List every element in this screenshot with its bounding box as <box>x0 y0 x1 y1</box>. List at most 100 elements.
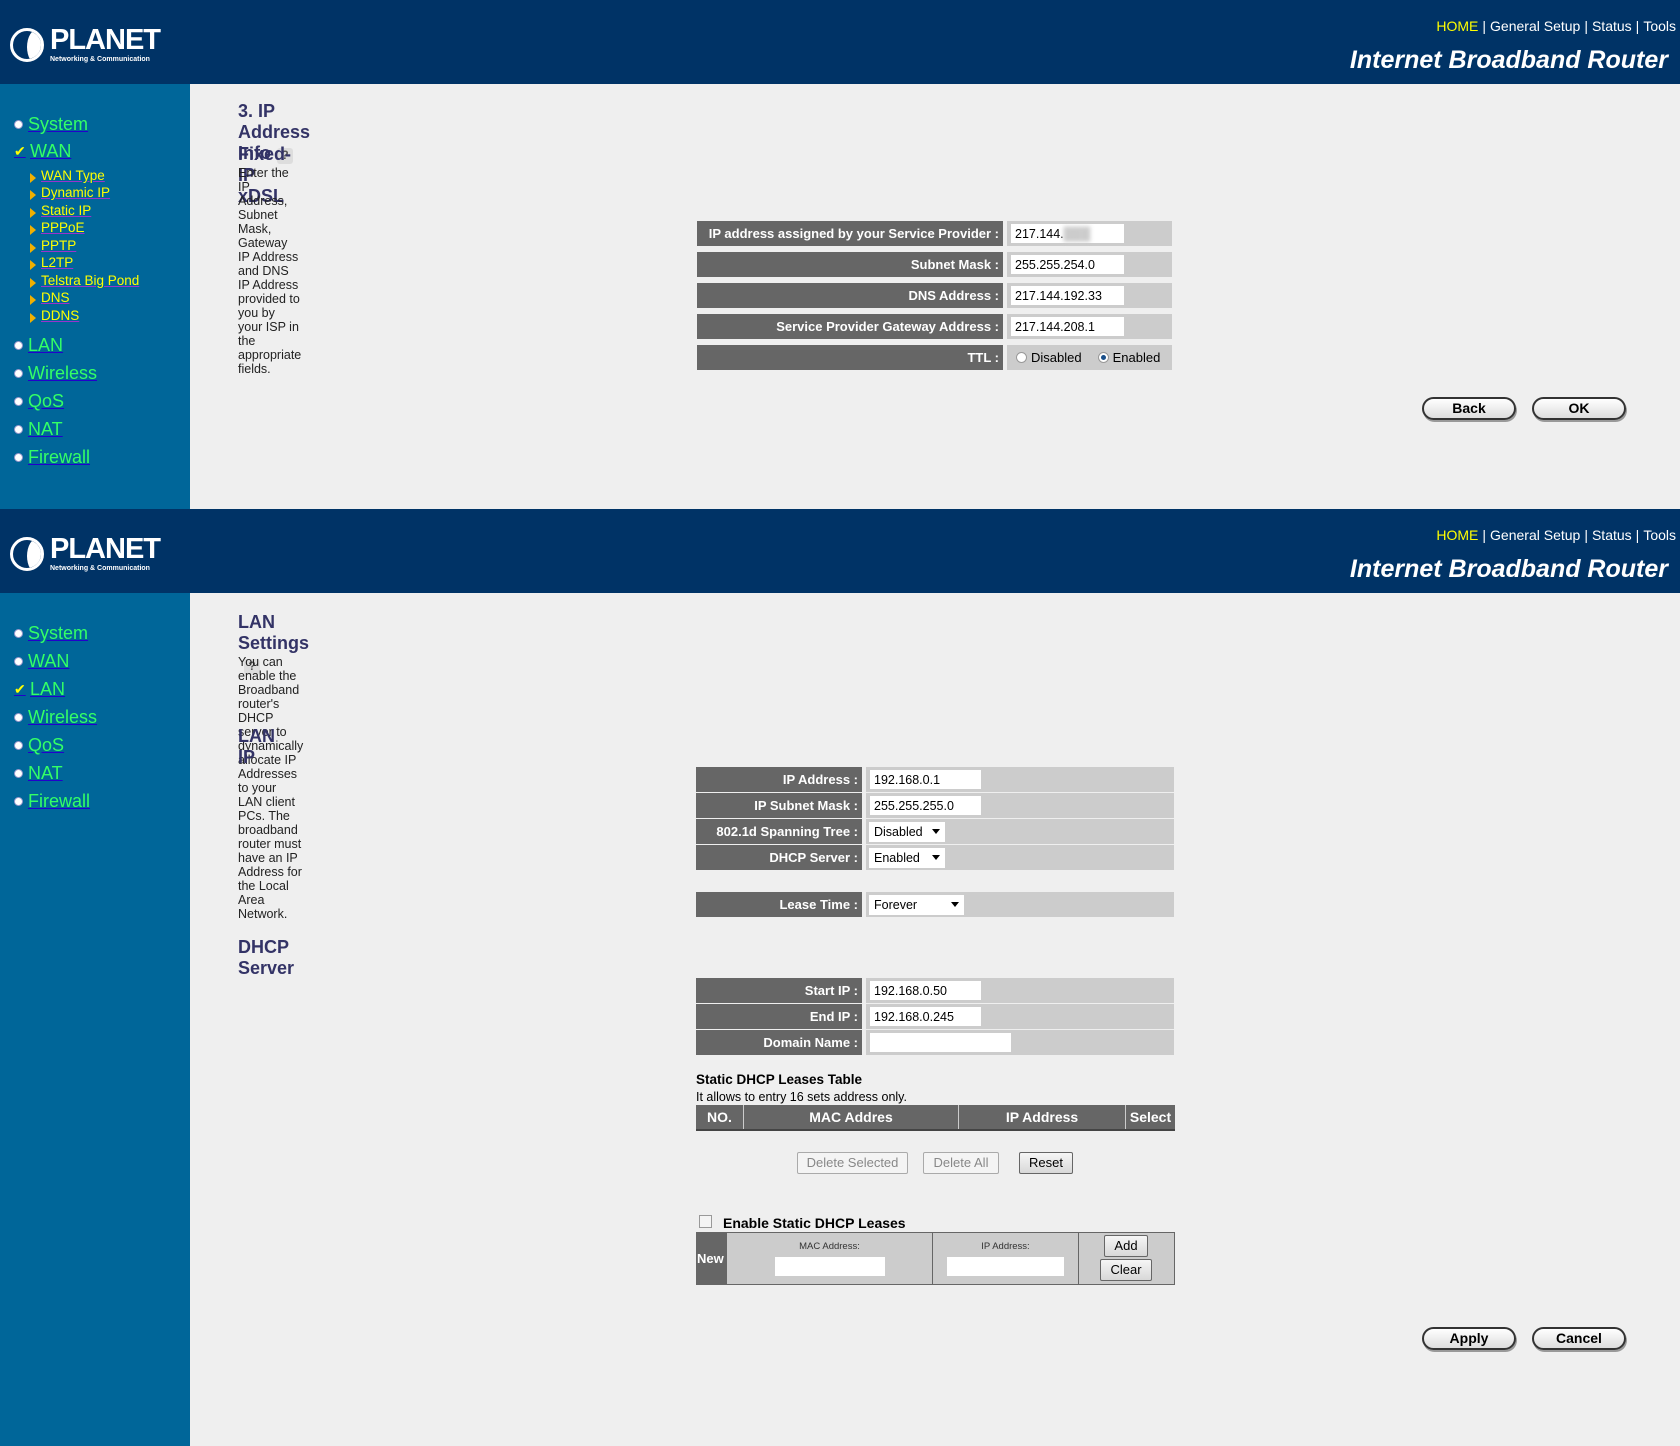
sidebar-sub-dns[interactable]: DNS <box>30 290 70 305</box>
ok-button[interactable]: OK <box>1532 397 1626 420</box>
sidebar-item-wan[interactable]: ✔ WAN <box>14 141 71 162</box>
sidebar-item-firewall[interactable]: Firewall <box>14 447 90 468</box>
field-row-gateway: Service Provider Gateway Address :217.14… <box>697 314 1172 339</box>
apply-button[interactable]: Apply <box>1422 1327 1516 1350</box>
sidebar-sub-telstra[interactable]: Telstra Big Pond <box>30 273 139 288</box>
sidebar-sub-dynamic-ip[interactable]: Dynamic IP <box>30 185 110 200</box>
sidebar-sub-l2tp[interactable]: L2TP <box>30 255 73 270</box>
start-ip-input[interactable]: 192.168.0.50 <box>869 980 982 1001</box>
panel-ip-address-info: PLANET Networking & Communication HOME | Ge… <box>0 0 1680 509</box>
checkmark-icon: ✔ <box>14 681 26 697</box>
end-ip-input[interactable]: 192.168.0.245 <box>869 1006 982 1027</box>
new-static-lease-row: New MAC Address: IP Address: Add Clear <box>696 1232 1175 1285</box>
new-mac-input[interactable] <box>773 1256 886 1277</box>
app-title: Internet Broadband Router <box>1349 555 1668 583</box>
field-label: DHCP Server : <box>696 845 866 870</box>
mac-label: MAC Address: <box>799 1241 860 1252</box>
field-label: Start IP : <box>696 978 866 1003</box>
nav-home[interactable]: HOME <box>1436 18 1478 34</box>
dns-address-input[interactable]: 217.144.192.33 <box>1010 285 1125 306</box>
bullet-icon <box>14 453 23 462</box>
description: You can enable the Broadband router's DH… <box>238 655 304 921</box>
delete-selected-button[interactable]: Delete Selected <box>797 1152 908 1174</box>
label: QoS <box>28 391 65 411</box>
sidebar-item-lan[interactable]: ✔ LAN <box>14 679 65 700</box>
sidebar-item-nat[interactable]: NAT <box>14 763 63 784</box>
dhcp-server-heading: DHCP Server <box>238 937 295 978</box>
field-label: DNS Address : <box>697 283 1007 308</box>
sidebar-item-qos[interactable]: QoS <box>14 391 64 412</box>
value: Enabled <box>874 850 920 865</box>
nav-tools[interactable]: Tools <box>1643 527 1676 543</box>
field-row-spanning-tree: 802.1d Spanning Tree : Disabled <box>696 819 1174 844</box>
sidebar-item-wireless[interactable]: Wireless <box>14 707 97 728</box>
back-button[interactable]: Back <box>1422 397 1516 420</box>
dropdown-arrow-icon <box>932 855 940 860</box>
label: System <box>28 623 89 643</box>
sidebar-item-wireless[interactable]: Wireless <box>14 363 97 384</box>
bullet-icon <box>14 369 23 378</box>
reset-button[interactable]: Reset <box>1019 1152 1073 1174</box>
sidebar-sub-static-ip[interactable]: Static IP <box>30 203 91 218</box>
header: PLANET Networking & Communication HOME | Ge… <box>0 509 1680 593</box>
subnet-mask-input[interactable]: 255.255.255.0 <box>869 795 982 816</box>
spanning-tree-select[interactable]: Disabled <box>869 821 945 842</box>
label: PPPoE <box>41 220 85 235</box>
domain-name-input[interactable] <box>869 1032 1012 1053</box>
ttl-enabled-radio[interactable] <box>1097 352 1109 363</box>
sidebar: System WAN ✔ LAN Wireless QoS NAT Firewal… <box>0 593 190 1446</box>
add-button[interactable]: Add <box>1104 1235 1148 1257</box>
ttl-disabled-radio[interactable] <box>1016 352 1027 363</box>
delete-all-button[interactable]: Delete All <box>923 1152 999 1174</box>
sidebar-item-system[interactable]: System <box>14 114 88 135</box>
sidebar-sub-wan-type[interactable]: WAN Type <box>30 168 105 183</box>
sidebar-sub-ddns[interactable]: DDNS <box>30 308 79 323</box>
nav-general-setup[interactable]: General Setup <box>1490 18 1580 34</box>
nav-status[interactable]: Status <box>1592 18 1632 34</box>
static-table-title: Static DHCP Leases Table <box>696 1072 863 1087</box>
cancel-button[interactable]: Cancel <box>1532 1327 1626 1350</box>
arrow-icon <box>30 224 36 235</box>
sidebar-item-system[interactable]: System <box>14 623 88 644</box>
new-ip-input[interactable] <box>946 1256 1065 1277</box>
top-nav: HOME | General Setup | Status | Tools <box>1436 527 1676 543</box>
label: L2TP <box>41 255 74 270</box>
ip-address-input[interactable]: 217.144.███ <box>1010 223 1125 244</box>
nav-status[interactable]: Status <box>1592 527 1632 543</box>
radio-label: Disabled <box>1031 350 1082 365</box>
dhcp-server-select[interactable]: Enabled <box>869 847 945 868</box>
sidebar-item-lan[interactable]: LAN <box>14 335 63 356</box>
gateway-address-input[interactable]: 217.144.208.1 <box>1010 316 1125 337</box>
lan-ip-heading: LAN IP <box>238 726 275 767</box>
value: 217.144. <box>1015 227 1064 241</box>
sidebar-sub-pptp[interactable]: PPTP <box>30 238 76 253</box>
column-header: IP Address <box>959 1105 1126 1129</box>
lease-time-select[interactable]: Forever <box>869 894 964 915</box>
arrow-icon <box>30 189 36 200</box>
enable-static-dhcp-label: Enable Static DHCP Leases <box>723 1215 906 1231</box>
sidebar-sub-pppoe[interactable]: PPPoE <box>30 220 85 235</box>
bullet-icon <box>14 657 23 666</box>
arrow-icon <box>30 242 36 253</box>
field-row-dhcp-server: DHCP Server : Enabled <box>696 845 1174 870</box>
sidebar-item-wan[interactable]: WAN <box>14 651 69 672</box>
new-label: New <box>697 1233 727 1284</box>
top-nav: HOME | General Setup | Status | Tools <box>1436 18 1676 34</box>
lan-ip-input[interactable]: 192.168.0.1 <box>869 769 982 790</box>
nav-home[interactable]: HOME <box>1436 527 1478 543</box>
bullet-icon <box>14 769 23 778</box>
sidebar-item-qos[interactable]: QoS <box>14 735 64 756</box>
nav-tools[interactable]: Tools <box>1643 18 1676 34</box>
title-text: LAN Settings <box>238 612 310 653</box>
sidebar-item-nat[interactable]: NAT <box>14 419 63 440</box>
field-label: IP Subnet Mask : <box>696 793 866 818</box>
nav-general-setup[interactable]: General Setup <box>1490 527 1580 543</box>
label: System <box>28 114 89 134</box>
sidebar-item-firewall[interactable]: Firewall <box>14 791 90 812</box>
static-table-note: It allows to entry 16 sets address only. <box>696 1090 907 1104</box>
arrow-icon <box>30 277 36 288</box>
column-header: NO. <box>696 1105 744 1129</box>
subnet-mask-input[interactable]: 255.255.254.0 <box>1010 254 1125 275</box>
clear-button[interactable]: Clear <box>1100 1259 1152 1281</box>
enable-static-dhcp-checkbox[interactable] <box>699 1215 712 1228</box>
